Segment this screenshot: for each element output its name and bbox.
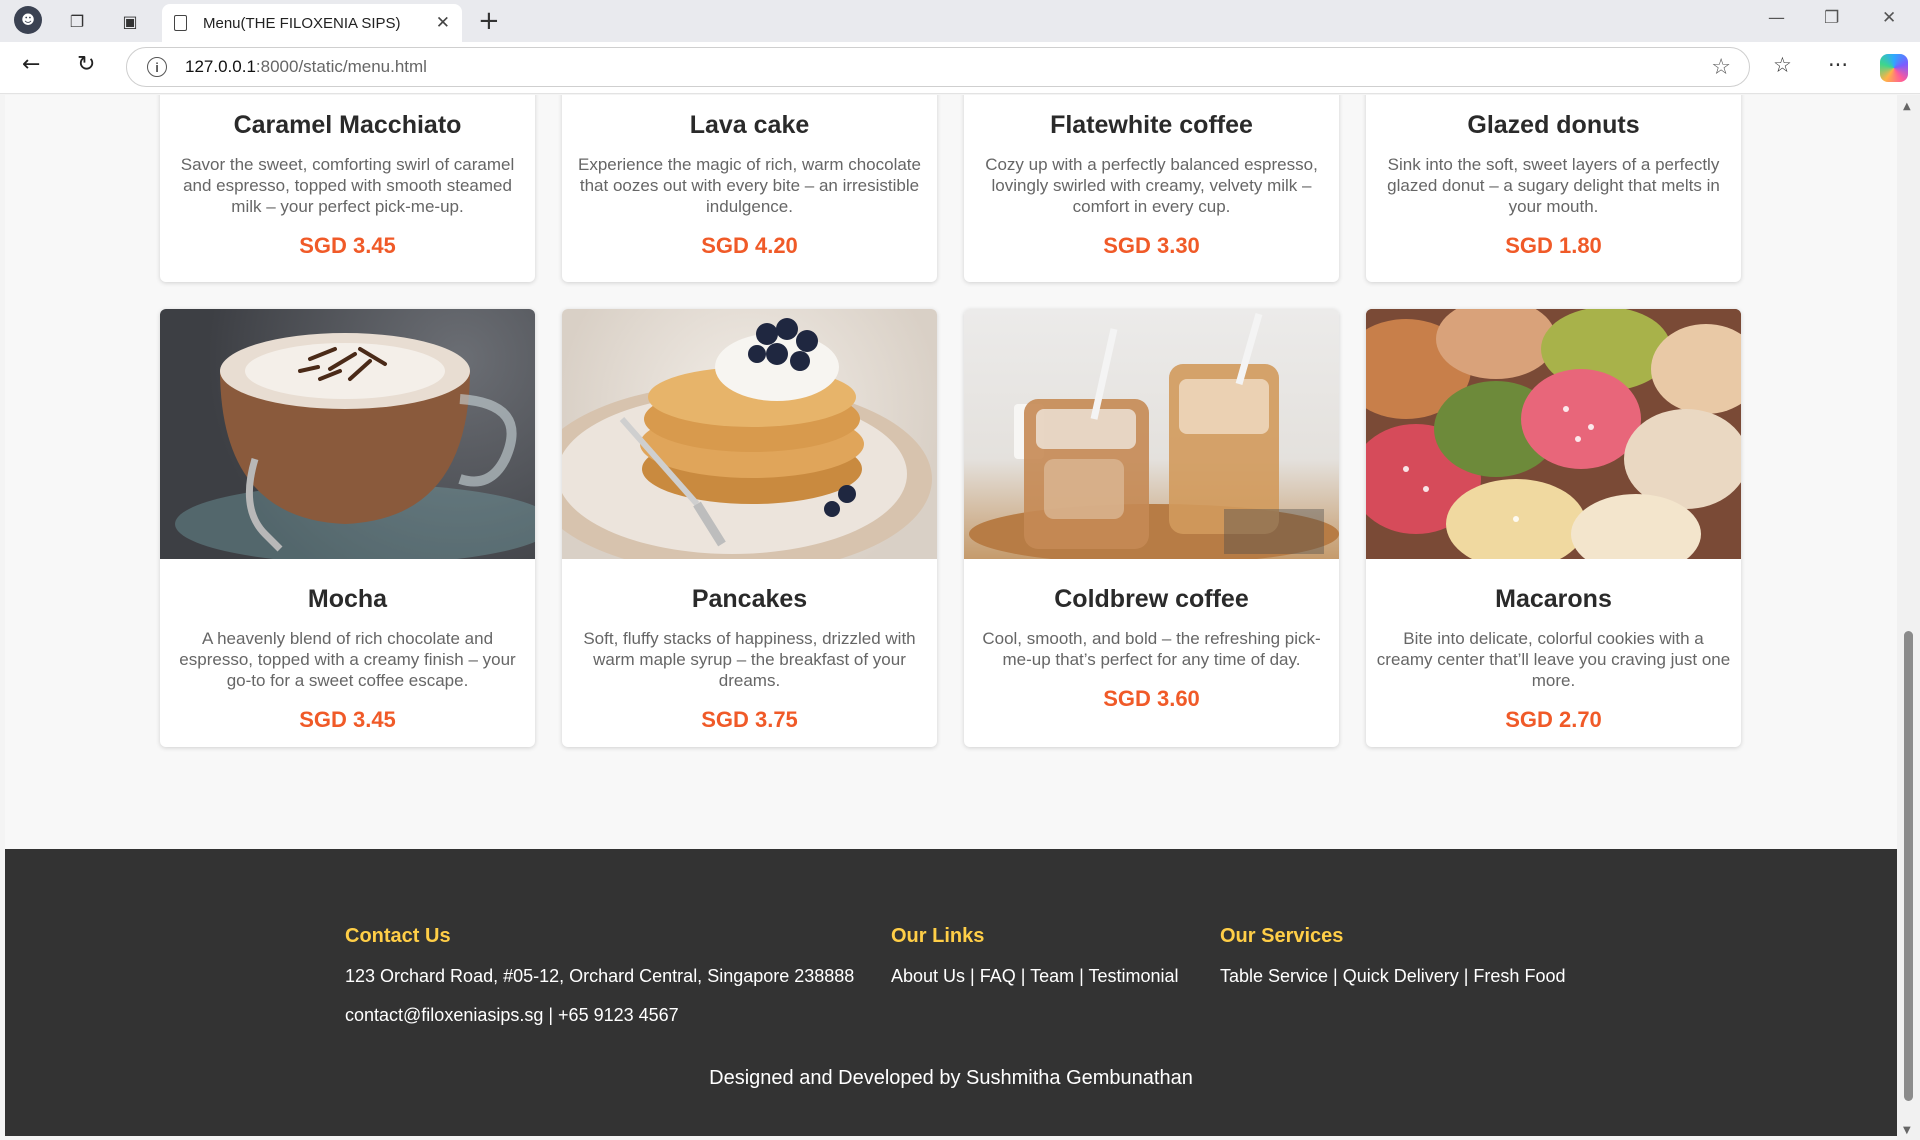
item-description: Cool, smooth, and bold – the refreshing … — [982, 629, 1321, 669]
profile-icon[interactable]: ☻ — [14, 6, 42, 34]
menu-card[interactable]: Caramel Macchiato Savor the sweet, comfo… — [160, 95, 535, 282]
footer-contact: Contact Us 123 Orchard Road, #05-12, Orc… — [345, 925, 854, 1044]
services-list: Table Service | Quick Delivery | Fresh F… — [1220, 966, 1566, 986]
minimize-icon[interactable]: — — [1768, 8, 1785, 28]
item-price: SGD 4.20 — [701, 233, 798, 258]
page-icon — [174, 15, 187, 31]
mocha-image — [160, 309, 535, 559]
favorites-icon[interactable]: ☆ — [1773, 53, 1792, 77]
tab-actions-icon[interactable]: ▣ — [117, 8, 143, 34]
url-path: :8000/static/menu.html — [255, 57, 427, 76]
item-name: Mocha — [307, 585, 388, 613]
copilot-icon[interactable] — [1880, 54, 1908, 82]
item-name: Glazed donuts — [1467, 111, 1640, 139]
contact-email-phone[interactable]: contact@filoxeniasips.sg | +65 9123 4567 — [345, 1005, 854, 1026]
page-scrollbar[interactable]: ▲ ▼ — [1897, 95, 1920, 1140]
menu-card[interactable]: Glazed donuts Sink into the soft, sweet … — [1366, 95, 1741, 282]
restore-icon[interactable]: ❐ — [1824, 8, 1839, 28]
contact-heading: Contact Us — [345, 925, 451, 947]
item-price: SGD 2.70 — [1505, 707, 1602, 732]
close-window-icon[interactable]: ✕ — [1882, 8, 1896, 28]
pancakes-image — [562, 309, 937, 559]
item-description: Experience the magic of rich, warm choco… — [578, 155, 921, 216]
scroll-down-icon[interactable]: ▼ — [1903, 1125, 1911, 1136]
item-description: A heavenly blend of rich chocolate and e… — [179, 629, 516, 690]
url-field[interactable]: i 127.0.0.1:8000/static/menu.html ☆ — [126, 47, 1750, 87]
url-host: 127.0.0.1 — [185, 57, 256, 76]
coldbrew-image — [964, 309, 1339, 559]
site-footer: Contact Us 123 Orchard Road, #05-12, Orc… — [5, 849, 1897, 1136]
menu-card[interactable]: Lava cake Experience the magic of rich, … — [562, 95, 937, 282]
item-description: Cozy up with a perfectly balanced espres… — [985, 155, 1318, 216]
refresh-icon[interactable]: ↻ — [77, 52, 95, 77]
item-price: SGD 3.45 — [299, 233, 396, 258]
item-price: SGD 3.45 — [299, 707, 396, 732]
site-info-icon[interactable]: i — [147, 57, 167, 77]
item-name: Caramel Macchiato — [233, 111, 462, 139]
back-icon[interactable]: ← — [22, 52, 40, 77]
menu-card[interactable]: Macarons Bite into delicate, colorful co… — [1366, 309, 1741, 747]
item-name: Lava cake — [689, 111, 810, 139]
links-heading: Our Links — [891, 925, 985, 947]
favorite-star-icon[interactable]: ☆ — [1711, 55, 1731, 80]
footer-links: Our Links About Us | FAQ | Team | Testim… — [891, 925, 1178, 1005]
workspaces-icon[interactable]: ❐ — [64, 8, 90, 34]
item-name: Coldbrew coffee — [1054, 585, 1249, 613]
address-bar: ← ↻ i 127.0.0.1:8000/static/menu.html ☆ … — [0, 42, 1920, 94]
item-description: Soft, fluffy stacks of happiness, drizzl… — [583, 629, 916, 690]
page-viewport: Caramel Macchiato Savor the sweet, comfo… — [5, 95, 1897, 1136]
menu-card[interactable]: Coldbrew coffee Cool, smooth, and bold –… — [964, 309, 1339, 747]
more-options-icon[interactable]: ··· — [1828, 53, 1848, 77]
item-price: SGD 3.75 — [701, 707, 798, 732]
footer-credit: Designed and Developed by Sushmitha Gemb… — [709, 1067, 1193, 1089]
new-tab-icon[interactable]: + — [478, 6, 500, 36]
tab-title: Menu(THE FILOXENIA SIPS) — [203, 14, 401, 32]
menu-card[interactable]: Pancakes Soft, fluffy stacks of happines… — [562, 309, 937, 747]
item-description: Sink into the soft, sweet layers of a pe… — [1387, 155, 1720, 216]
item-price: SGD 1.80 — [1505, 233, 1602, 258]
services-heading: Our Services — [1220, 925, 1344, 947]
item-name: Pancakes — [691, 585, 808, 613]
item-description: Savor the sweet, comforting swirl of car… — [180, 155, 515, 216]
browser-tab-bar: ☻ ❐ ▣ Menu(THE FILOXENIA SIPS) ✕ + — ❐ ✕ — [0, 0, 1920, 42]
footer-services: Our Services Table Service | Quick Deliv… — [1220, 925, 1565, 1005]
item-description: Bite into delicate, colorful cookies wit… — [1376, 629, 1731, 690]
footer-link-list[interactable]: About Us | FAQ | Team | Testimonial — [891, 966, 1178, 987]
browser-tab[interactable]: Menu(THE FILOXENIA SIPS) ✕ — [162, 4, 462, 42]
item-name: Flatewhite coffee — [1050, 111, 1253, 139]
item-price: SGD 3.60 — [1103, 686, 1200, 711]
menu-card[interactable]: Mocha A heavenly blend of rich chocolate… — [160, 309, 535, 747]
scroll-up-icon[interactable]: ▲ — [1903, 101, 1911, 112]
scrollbar-thumb[interactable] — [1904, 631, 1913, 1101]
close-tab-icon[interactable]: ✕ — [436, 13, 450, 33]
menu-card[interactable]: Flatewhite coffee Cozy up with a perfect… — [964, 95, 1339, 282]
item-price: SGD 3.30 — [1103, 233, 1200, 258]
item-name: Macarons — [1495, 585, 1612, 613]
macarons-image — [1366, 309, 1741, 559]
contact-address: 123 Orchard Road, #05-12, Orchard Centra… — [345, 966, 855, 986]
